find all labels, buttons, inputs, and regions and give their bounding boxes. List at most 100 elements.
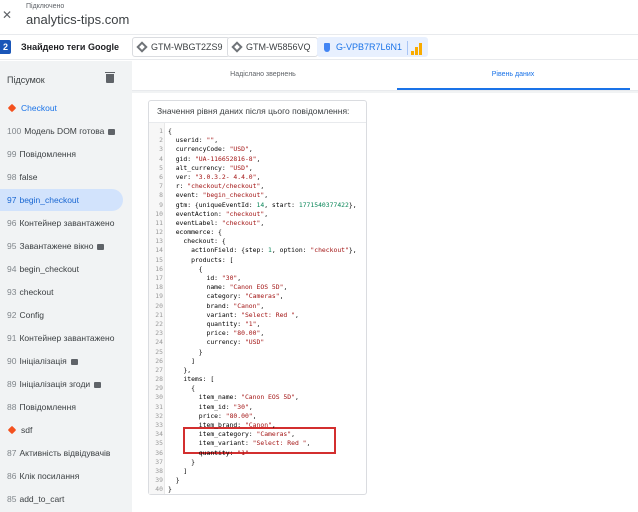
code-line: 33 item_brand: "Canon", [149,421,366,430]
event-number: 98 [7,172,17,182]
event-label: Активність відвідувачів [19,448,111,458]
event-number: 99 [7,149,17,159]
close-icon[interactable]: ✕ [2,8,12,22]
code-line: 3 currencyCode: "USD", [149,145,366,154]
event-label: Повідомлення [19,402,76,412]
code-line: 18 name: "Canon EOS 5D", [149,283,366,292]
sidebar-event-item[interactable]: 95 Завантажене вікно [0,235,123,257]
code-text: item_category: "Cameras", [168,430,295,439]
code-text: products: [ [168,255,234,264]
line-number: 18 [155,283,163,292]
code-text: items: [ [168,375,215,384]
code-line: 37 } [149,458,366,467]
line-number: 36 [155,448,163,457]
code-text: checkout: { [168,237,226,246]
sidebar-event-item[interactable]: 93 checkout [0,281,123,303]
line-number: 17 [155,274,163,282]
code-line: 23 price: "80.00", [149,329,366,338]
line-number: 23 [155,329,163,338]
code-text: { [168,384,195,393]
event-number: 96 [7,218,17,228]
code-line: 30 item_name: "Canon EOS 5D", [149,393,366,402]
event-number: 100 [7,126,22,136]
code-text: item_name: "Canon EOS 5D", [168,393,299,402]
sidebar-event-item[interactable]: 87 Активність відвідувачів [0,442,123,464]
code-line: 21 variant: "Select: Red ", [149,311,366,320]
sidebar-event-item[interactable]: 85 add_to_cart [0,488,123,510]
tag-id: G-VPB7R7L6N1 [336,42,403,52]
code-text: brand: "Canon", [168,301,265,310]
sidebar-event-item[interactable]: 99 Повідомлення [0,143,123,165]
code-text: } [168,347,203,356]
code-text: userid: "", [168,136,219,145]
diamond-marker-icon [7,103,17,113]
code-line: 35 item_variant: "Select: Red ", [149,439,366,448]
sidebar-event-item[interactable]: 89 Ініціалізація згоди [0,373,123,395]
event-label: Контейнер завантажено [19,218,115,228]
tag-id: GTM-WBGT2ZS9 [151,42,223,52]
code-line: 9 gtm: {uniqueEventId: 14, start: 177154… [149,201,366,210]
code-badge-icon [70,358,78,365]
code-text: r: "checkout/checkout", [168,182,265,191]
code-text: } [168,457,195,466]
code-badge-icon [97,243,105,250]
summary-title[interactable]: Підсумок [7,75,45,85]
code-line: 11 eventLabel: "checkout", [149,219,366,228]
line-number: 26 [155,356,163,365]
code-text: gtm: {uniqueEventId: 14, start: 17715403… [168,200,357,209]
active-tab-indicator [397,88,630,90]
sidebar-event-item[interactable]: 90 Ініціалізація [0,350,123,372]
sidebar-event-item[interactable]: 88 Повідомлення [0,396,123,418]
sidebar-event-item[interactable]: 97 begin_checkout [0,189,123,211]
code-viewer: 1{2 userid: "", 3 currencyCode: "USD", 4 g… [149,122,366,494]
event-number: 87 [7,448,17,458]
sidebar-event-item[interactable]: 94 begin_checkout [0,258,123,280]
event-number: 93 [7,287,17,297]
code-line: 40} [149,485,366,494]
code-text: event: "begin_checkout", [168,191,269,200]
event-label: Клік посилання [19,471,80,481]
code-line: 16 { [149,265,366,274]
sidebar-event-item[interactable]: 92 Config [0,304,123,326]
sidebar-event-item[interactable]: 100 Модель DOM готова [0,120,123,142]
code-line: 31 item_id: "30", [149,403,366,412]
tag-chip-gtm-w5856vq[interactable]: GTM-W5856VQ [227,37,318,57]
line-number: 12 [155,228,163,237]
sidebar-event-item[interactable]: Checkout [0,97,123,119]
clear-list-icon[interactable] [105,72,115,83]
main-panel: Надіслано звернень Рівень даних Значення… [130,61,638,512]
code-text: }, [168,365,192,374]
tab-hits-sent[interactable]: Надіслано звернень [148,71,378,78]
data-layer-card: Значення рівня даних після цього повідом… [148,100,367,495]
line-number: 13 [155,237,163,246]
code-line: 13 checkout: { [149,237,366,246]
event-label: Модель DOM готова [24,126,105,136]
code-line: 6 ver: "3.0.3.2- 4.4.0", [149,173,366,182]
data-layer-panel: Значення рівня даних після цього повідом… [132,93,638,512]
sidebar-event-item[interactable]: 98 false [0,166,123,188]
code-text: name: "Canon EOS 5D", [168,283,288,292]
code-line: 39 } [149,476,366,485]
code-line: 22 quantity: "1", [149,320,366,329]
sidebar-event-item[interactable]: 91 Контейнер завантажено [0,327,123,349]
tag-chip-g-vpb7r7l6n1[interactable]: G-VPB7R7L6N1 [317,37,429,57]
sidebar-event-item[interactable]: sdf [0,419,123,441]
event-label: Config [19,310,45,320]
line-number: 28 [155,375,163,384]
code-text: ecommerce: { [168,228,222,237]
line-number: 9 [159,200,163,209]
line-number: 25 [155,347,163,356]
code-line: 26 ] [149,357,366,366]
tag-chip-gtm-wbgt2zs9[interactable]: GTM-WBGT2ZS9 [132,37,230,57]
sidebar-event-item[interactable]: 96 Контейнер завантажено [0,212,123,234]
code-text: ver: "3.0.3.2- 4.4.0", [168,172,261,181]
code-text: } [168,476,180,485]
tab-data-layer[interactable]: Рівень даних [398,71,628,78]
line-number: 38 [155,466,163,475]
line-number: 29 [155,384,163,393]
code-line: 38 ] [149,467,366,476]
code-line: 10 eventAction: "checkout", [149,210,366,219]
code-line: 14 actionField: {step: 1, option: "check… [149,246,366,255]
analytics-bars-icon [407,40,423,55]
sidebar-event-item[interactable]: 86 Клік посилання [0,465,123,487]
